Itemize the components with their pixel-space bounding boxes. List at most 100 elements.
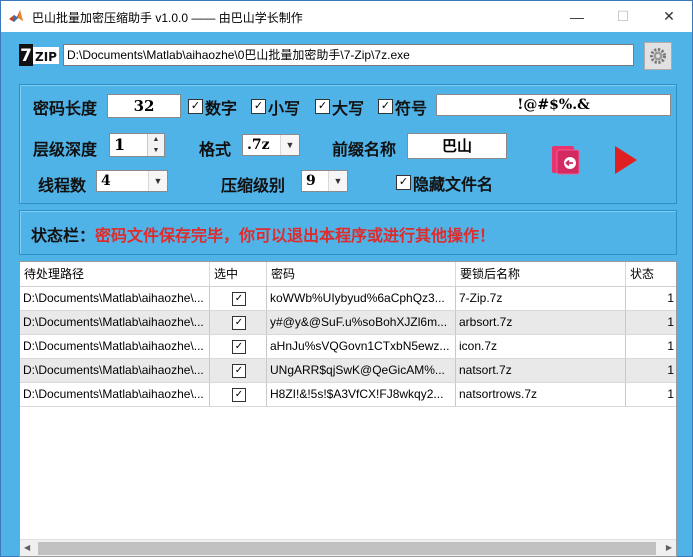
digits-checkbox[interactable]: ✓ (188, 99, 203, 114)
logo-number: 7 (20, 46, 32, 66)
cell-name[interactable]: icon.7z (456, 335, 626, 358)
column-header-path[interactable]: 待处理路径 (20, 262, 210, 286)
cell-selected[interactable]: ✓ (210, 335, 267, 358)
window-title: 巴山批量加密压缩助手 v1.0.0 —— 由巴山学长制作 (32, 11, 303, 25)
column-header-status[interactable]: 状态 (626, 262, 676, 286)
spin-down-icon[interactable]: ▼ (148, 145, 164, 156)
password-length-input[interactable]: 32 (107, 94, 181, 118)
chevron-down-icon: ▼ (328, 171, 347, 191)
cell-path[interactable]: D:\Documents\Matlab\aihaozhe\... (20, 335, 210, 358)
file-table[interactable]: 待处理路径 选中 密码 要锁后名称 状态 D:\Documents\Matlab… (19, 261, 677, 557)
symbol-label: 符号 (395, 99, 428, 118)
format-label: 格式 (199, 140, 232, 159)
cell-status[interactable]: 1 (626, 383, 676, 406)
app-window: 巴山批量加密压缩助手 v1.0.0 —— 由巴山学长制作 — ☐ ✕ 7 ZIP… (0, 0, 693, 557)
cell-path[interactable]: D:\Documents\Matlab\aihaozhe\... (20, 287, 210, 310)
cell-password[interactable]: koWWb%UIybyud%6aCphQz3... (267, 287, 456, 310)
cell-status[interactable]: 1 (626, 287, 676, 310)
table-row[interactable]: D:\Documents\Matlab\aihaozhe\... ✓ UNgAR… (20, 359, 676, 383)
password-length-label: 密码长度 (33, 99, 98, 118)
depth-label: 层级深度 (33, 140, 98, 159)
row-checkbox[interactable]: ✓ (232, 292, 246, 306)
symbol-checkbox[interactable]: ✓ (378, 99, 393, 114)
spin-up-icon[interactable]: ▲ (148, 134, 164, 145)
format-select[interactable]: .7z ▼ (242, 134, 300, 156)
matlab-icon (9, 10, 23, 22)
chevron-down-icon: ▼ (148, 171, 167, 191)
table-row[interactable]: D:\Documents\Matlab\aihaozhe\... ✓ H8ZI!… (20, 383, 676, 407)
cell-password[interactable]: UNgARR$qjSwK@QeGicAM%... (267, 359, 456, 382)
uppercase-checkbox[interactable]: ✓ (315, 99, 330, 114)
chevron-down-icon: ▼ (280, 135, 299, 155)
cell-status[interactable]: 1 (626, 311, 676, 334)
cell-selected[interactable]: ✓ (210, 311, 267, 334)
cell-name[interactable]: natsort.7z (456, 359, 626, 382)
status-label: 状态栏： (31, 226, 96, 245)
status-message: 密码文件保存完毕，你可以退出本程序或进行其他操作！ (95, 226, 496, 245)
depth-spinner[interactable]: 1 ▲ ▼ (109, 133, 165, 157)
uppercase-label: 大写 (332, 99, 365, 118)
compress-level-value: 9 (306, 173, 316, 189)
7zip-logo: 7 ZIP (19, 44, 59, 66)
table-header: 待处理路径 选中 密码 要锁后名称 状态 (20, 262, 676, 287)
scrollbar-thumb[interactable] (38, 542, 656, 555)
cell-status[interactable]: 1 (626, 335, 676, 358)
format-value: .7z (247, 137, 270, 153)
row-checkbox[interactable]: ✓ (232, 340, 246, 354)
compress-level-label: 压缩级别 (221, 176, 286, 195)
table-row[interactable]: D:\Documents\Matlab\aihaozhe\... ✓ aHnJu… (20, 335, 676, 359)
cell-name[interactable]: 7-Zip.7z (456, 287, 626, 310)
gear-icon (650, 48, 666, 64)
cell-password[interactable]: y#@y&@SuF.u%soBohXJZl6m... (267, 311, 456, 334)
cell-password[interactable]: H8ZI!&!5s!$A3VfCX!FJ8wkqy2... (267, 383, 456, 406)
play-icon (615, 146, 637, 174)
export-icon (552, 146, 580, 175)
cell-path[interactable]: D:\Documents\Matlab\aihaozhe\... (20, 359, 210, 382)
client-area: 7 ZIP D:\Documents\Matlab\aihaozhe\0巴山批量… (1, 32, 692, 557)
cell-password[interactable]: aHnJu%sVQGovn1CTxbN5ewz... (267, 335, 456, 358)
threads-label: 线程数 (38, 176, 87, 195)
column-header-selected[interactable]: 选中 (210, 262, 267, 286)
depth-value: 1 (114, 135, 126, 154)
row-checkbox[interactable]: ✓ (232, 364, 246, 378)
digits-label: 数字 (205, 99, 238, 118)
cell-selected[interactable]: ✓ (210, 359, 267, 382)
column-header-name[interactable]: 要锁后名称 (456, 262, 626, 286)
logo-text: ZIP (35, 50, 57, 64)
export-button[interactable] (549, 144, 583, 179)
horizontal-scrollbar[interactable]: ◀ ▶ (20, 539, 676, 556)
close-button[interactable]: ✕ (646, 1, 692, 32)
status-bar: 状态栏：密码文件保存完毕，你可以退出本程序或进行其他操作！ (31, 222, 495, 246)
hide-names-label: 隐藏文件名 (413, 175, 494, 194)
prefix-label: 前缀名称 (332, 140, 397, 159)
threads-value: 4 (101, 173, 111, 189)
table-row[interactable]: D:\Documents\Matlab\aihaozhe\... ✓ koWWb… (20, 287, 676, 311)
prefix-input[interactable]: 巴山 (407, 133, 507, 159)
cell-selected[interactable]: ✓ (210, 383, 267, 406)
hide-names-checkbox[interactable]: ✓ (396, 175, 411, 190)
lowercase-label: 小写 (268, 99, 301, 118)
row-checkbox[interactable]: ✓ (232, 388, 246, 402)
threads-select[interactable]: 4 ▼ (96, 170, 168, 192)
cell-status[interactable]: 1 (626, 359, 676, 382)
lowercase-checkbox[interactable]: ✓ (251, 99, 266, 114)
settings-button[interactable] (644, 42, 672, 70)
maximize-button[interactable]: ☐ (600, 1, 646, 32)
column-header-password[interactable]: 密码 (267, 262, 456, 286)
compress-level-select[interactable]: 9 ▼ (301, 170, 348, 192)
scroll-right-icon[interactable]: ▶ (666, 543, 672, 552)
minimize-button[interactable]: — (554, 1, 600, 32)
row-checkbox[interactable]: ✓ (232, 316, 246, 330)
depth-spinner-arrows[interactable]: ▲ ▼ (147, 134, 164, 156)
table-row[interactable]: D:\Documents\Matlab\aihaozhe\... ✓ y#@y&… (20, 311, 676, 335)
cell-selected[interactable]: ✓ (210, 287, 267, 310)
cell-path[interactable]: D:\Documents\Matlab\aihaozhe\... (20, 383, 210, 406)
exe-path-input[interactable]: D:\Documents\Matlab\aihaozhe\0巴山批量加密助手\7… (63, 44, 634, 66)
7zip-logo-icon: 7 ZIP (19, 44, 59, 66)
run-button[interactable] (611, 144, 639, 179)
symbols-input[interactable]: !@#$%.& (436, 94, 671, 116)
cell-path[interactable]: D:\Documents\Matlab\aihaozhe\... (20, 311, 210, 334)
scroll-left-icon[interactable]: ◀ (24, 543, 30, 552)
cell-name[interactable]: natsortrows.7z (456, 383, 626, 406)
cell-name[interactable]: arbsort.7z (456, 311, 626, 334)
